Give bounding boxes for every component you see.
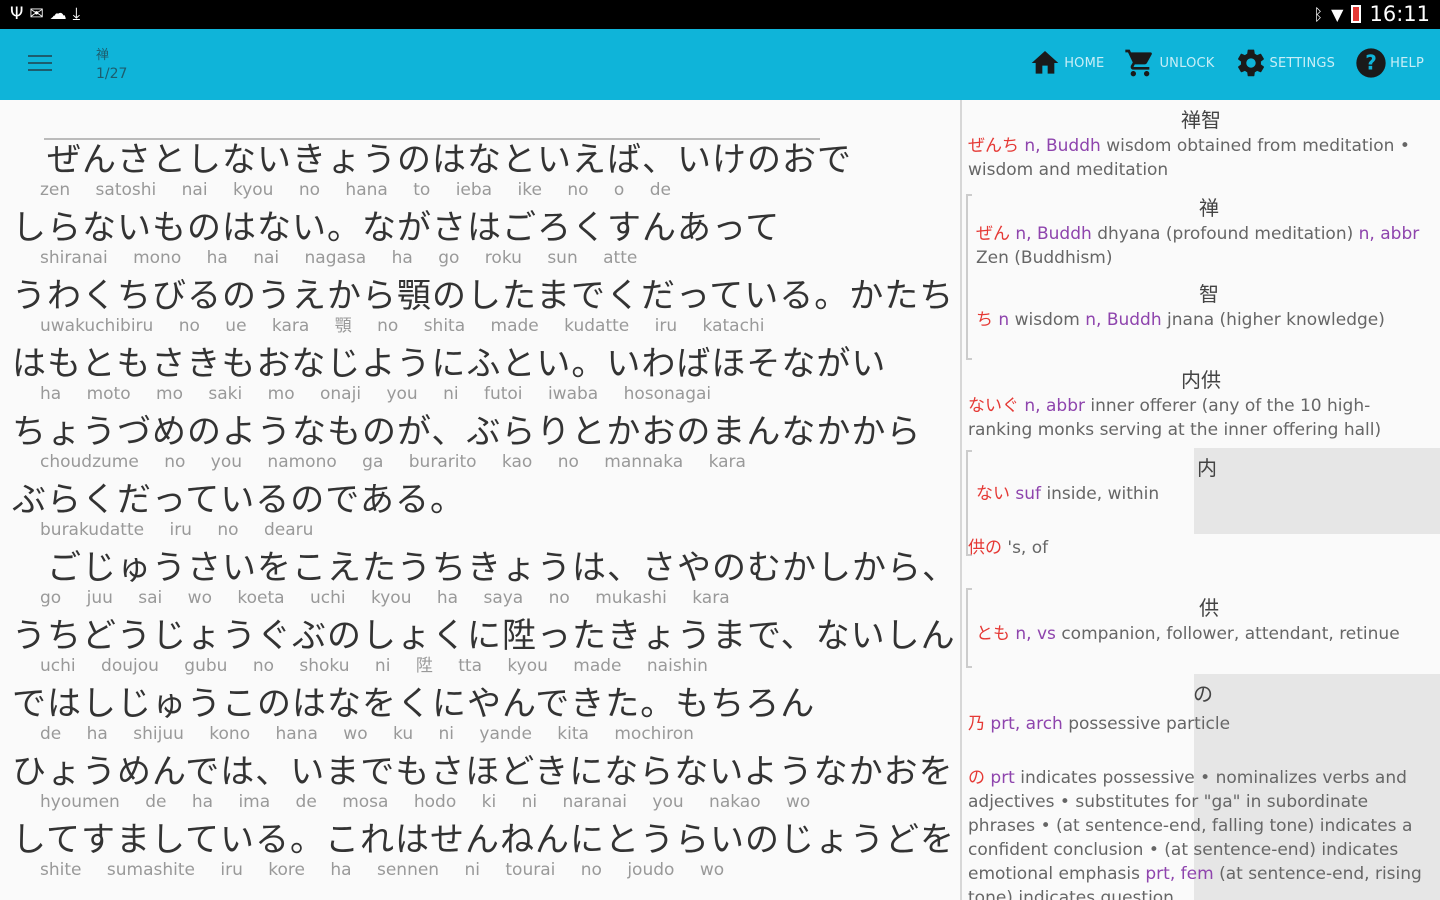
entry-kanji[interactable]: 禅智 [962,104,1440,133]
home-button[interactable]: HOME [1029,47,1104,79]
text-line[interactable]: ぜんさとしないきょうのはなといえば、いけのおで zen satoshi nai k… [12,140,852,200]
entry-kanji[interactable]: 内 [1072,452,1342,481]
entry-kanji[interactable]: 内供 [962,364,1440,393]
entry-definition: 供の 's, of [968,536,1434,560]
entry-gloss: n wisdom n, Buddh jnana (higher knowledg… [998,310,1385,330]
entry-definition: ち n wisdom n, Buddh jnana (higher knowle… [976,308,1436,332]
text-line[interactable]: してすましている。これはせんねんにとうらいのじょうどを shite sumashi… [12,820,955,880]
home-icon [1031,51,1059,74]
romaji-text: de ha shijuu kono hana wo ku ni yande ki… [40,724,694,744]
cart-icon [1125,49,1153,77]
text-line[interactable]: うわくちびるのうえから顎のしたまでくだっている。かたち uwakuchibiru … [12,276,954,336]
entry-reading: ないぐ [968,396,1019,416]
status-icons-right: ᛒ ▼ 16:11 [1314,2,1430,26]
page-title: 禅 [96,48,110,63]
gear-icon [1237,49,1264,77]
entry-gloss: 's, of [1007,538,1049,558]
entry-definition: の prt indicates possessive • nominalizes… [968,766,1434,900]
clock: 16:11 [1369,2,1430,26]
romaji-text: zen satoshi nai kyou no hana to ieba ike… [40,180,671,200]
japanese-text[interactable]: しらないものはない。ながさはごろくすんあって [12,208,780,248]
entry-gloss: n, vs companion, follower, attendant, re… [1015,624,1400,644]
action-bar: HOME UNLOCK SETTINGS ? HELP [1029,47,1424,79]
text-line[interactable]: しらないものはない。ながさはごろくすんあって shiranai mono ha n… [12,208,780,268]
download-icon: ⤓ [72,4,81,24]
entry-reading: 供の [968,538,1002,558]
text-line[interactable]: ではしじゅうこのはなをくにやんできた。もちろん de ha shijuu kono… [12,684,815,744]
help-icon: ? [1356,48,1386,78]
text-line[interactable]: はもともさきもおなじようにふとい。いわばほそながい ha moto mo saki… [12,344,886,404]
entry-gloss: n, Buddh dhyana (profound meditation) n,… [976,224,1420,268]
wifi-icon: ▼ [1331,4,1344,24]
entry-kanji[interactable]: 供 [962,592,1440,621]
entry-gloss: prt indicates possessive • nominalizes v… [968,768,1422,900]
romaji-text: uwakuchibiru no ue kara 顎 no shita made … [40,316,765,336]
title-block: 禅 1/27 [96,47,127,83]
entry-definition: ぜんち n, Buddh wisdom obtained from medita… [968,134,1434,182]
entry-definition: とも n, vs companion, follower, attendant,… [976,622,1436,646]
cloud-upload-icon: ☁ [49,4,67,24]
entry-gloss: suf inside, within [1015,484,1160,504]
help-label: HELP [1390,55,1424,71]
japanese-text[interactable]: ではしじゅうこのはなをくにやんできた。もちろん [12,684,815,724]
reading-pane[interactable]: ぜんさとしないきょうのはなといえば、いけのおで zen satoshi nai k… [0,100,960,900]
battery-icon [1351,5,1362,23]
entry-reading: とも [976,624,1010,644]
romaji-text: ha moto mo saki mo onaji you ni futoi iw… [40,384,712,404]
text-line[interactable]: ちょうづめのようなものが、ぶらりとかおのまんなかから choudzume no y… [12,412,921,472]
japanese-text[interactable]: うちどうじょうぐぶのしょくに陞ったきょうまで、ないしん [12,616,956,656]
help-button[interactable]: ? HELP [1355,47,1424,79]
home-label: HOME [1064,55,1105,71]
japanese-text[interactable]: ぶらくだっているのである。 [12,480,465,520]
settings-button[interactable]: SETTINGS [1235,47,1336,79]
entry-reading: ち [976,310,993,330]
entry-definition: ぜん n, Buddh dhyana (profound meditation)… [976,222,1436,270]
entry-definition: 乃 prt, arch possessive particle [968,712,1434,736]
romaji-text: choudzume no you namono ga burarito kao … [40,452,746,472]
romaji-text: shite sumashite iru kore ha sennen ni to… [40,860,725,880]
japanese-text[interactable]: ぜんさとしないきょうのはなといえば、いけのおで [12,140,852,180]
text-line[interactable]: ごじゅうさいをこえたうちきょうは、さやのむかしから、 go juu sai wo … [12,548,957,608]
japanese-text[interactable]: うわくちびるのうえから顎のしたまでくだっている。かたち [12,276,954,316]
romaji-text: shiranai mono ha nai nagasa ha go roku s… [40,248,638,268]
entry-kanji[interactable]: 智 [962,278,1440,307]
japanese-text[interactable]: はもともさきもおなじようにふとい。いわばほそながい [12,344,886,384]
entry-gloss: prt, arch possessive particle [990,714,1231,734]
text-line[interactable]: ぶらくだっているのである。 burakudatte iru no dearu [12,480,465,540]
settings-label: SETTINGS [1269,55,1336,71]
status-bar: Ψ ✉ ☁ ⤓ ᛒ ▼ 16:11 [0,0,1440,29]
text-line[interactable]: うちどうじょうぐぶのしょくに陞ったきょうまで、ないしん uchi doujou g… [12,616,956,676]
entry-reading: ぜんち [968,136,1019,156]
entry-reading: 乃 [968,714,985,734]
romaji-text: uchi doujou gubu no shoku ni 陞 tta kyou … [40,656,708,676]
romaji-text: burakudatte iru no dearu [40,520,314,540]
menu-icon[interactable] [28,55,52,75]
entry-reading: ない [976,484,1010,504]
unlock-label: UNLOCK [1159,55,1215,71]
bluetooth-icon: ᛒ [1313,4,1324,24]
dictionary-pane[interactable]: 禅智 ぜんち n, Buddh wisdom obtained from med… [962,100,1440,900]
entry-reading: ぜん [976,224,1010,244]
entry-gloss: n, abbr inner offerer (any of the 10 hig… [968,396,1382,440]
svg-text:?: ? [1365,51,1377,75]
entry-gloss: n, Buddh wisdom obtained from meditation… [968,136,1410,180]
japanese-text[interactable]: ひょうめんでは、いまでもさほどきにならないようなかおを [12,752,954,792]
entry-definition: ないぐ n, abbr inner offerer (any of the 10… [968,394,1434,442]
status-icons-left: Ψ ✉ ☁ ⤓ [10,4,80,24]
page-counter: 1/27 [96,66,128,82]
japanese-text[interactable]: ごじゅうさいをこえたうちきょうは、さやのむかしから、 [12,548,957,588]
email-icon: ✉ [29,4,44,24]
entry-definition: ない suf inside, within [976,482,1436,506]
text-line[interactable]: ひょうめんでは、いまでもさほどきにならないようなかおを hyoumen de ha… [12,752,954,812]
entry-reading: の [968,768,985,788]
romaji-text: hyoumen de ha ima de mosa hodo ki ni nar… [40,792,811,812]
usb-icon: Ψ [10,4,24,24]
japanese-text[interactable]: してすましている。これはせんねんにとうらいのじょうどを [12,820,955,860]
entry-kanji[interactable]: の [962,678,1440,707]
romaji-text: go juu sai wo koeta uchi kyou ha saya no… [40,588,730,608]
entry-kanji[interactable]: 禅 [962,192,1440,221]
japanese-text[interactable]: ちょうづめのようなものが、ぶらりとかおのまんなかから [12,412,921,452]
unlock-button[interactable]: UNLOCK [1124,47,1214,79]
app-bar: 禅 1/27 HOME UNLOCK SETTINGS ? HELP [0,29,1440,100]
